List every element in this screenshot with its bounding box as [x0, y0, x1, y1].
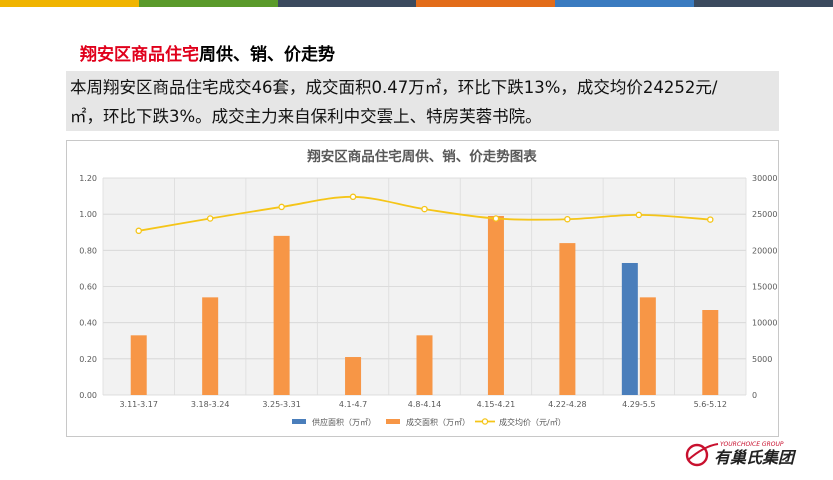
y-right-tick-label: 15000: [752, 283, 777, 292]
x-tick-label: 3.11-3.17: [119, 400, 158, 409]
y-right-tick-label: 5000: [752, 355, 772, 364]
point-avg-price: [707, 216, 714, 223]
chart-container: 翔安区商品住宅周供、销、价走势图表 0.00 0 0.20 5000 0.40 10000…: [66, 140, 779, 437]
summary-line-2: ㎡，环比下跌3%。成交主力来自保利中交雲上、特房芙蓉书院。: [70, 107, 542, 126]
top-bar-segment: [138, 0, 278, 7]
point-avg-price: [635, 211, 643, 219]
summary-box: 本周翔安区商品住宅成交46套，成交面积0.47万㎡，环比下跌13%，成交均价24…: [66, 71, 779, 131]
bar-deal-area: [487, 215, 504, 395]
bar-deal-area: [702, 310, 719, 395]
chart-title: 翔安区商品住宅周供、销、价走势图表: [306, 148, 537, 165]
y-right-tick-label: 0: [752, 391, 757, 400]
y-right-tick-label: 30000: [752, 174, 777, 183]
top-color-bar: [0, 0, 833, 7]
legend-label: 成交均价（元/㎡）: [499, 417, 566, 427]
bar-deal-area: [345, 357, 362, 395]
y-right-tick-label: 10000: [752, 319, 777, 328]
y-right-tick-label: 20000: [752, 246, 777, 255]
point-avg-price: [206, 215, 214, 222]
bar-deal-area: [416, 335, 433, 395]
bar-deal-area: [273, 235, 290, 395]
x-tick-label: 3.18-3.24: [191, 400, 230, 409]
bar-deal-area: [202, 297, 219, 395]
legend-label: 供应面积（万㎡）: [312, 417, 376, 427]
point-avg-price: [278, 203, 285, 211]
top-bar-segment: [277, 0, 417, 7]
x-tick-label: 4.1-4.7: [339, 400, 367, 409]
y-right-tick-label: 25000: [752, 210, 777, 219]
heading-rest: 周供、销、价走势: [199, 45, 335, 65]
slide-heading: 翔安区商品住宅周供、销、价走势: [80, 40, 335, 65]
bar-supply: [621, 262, 638, 395]
x-tick-label: 4.15-4.21: [477, 400, 516, 409]
bar-deal-area: [639, 297, 656, 395]
heading-highlight: 翔安区商品住宅: [80, 45, 199, 65]
chart-svg: 翔安区商品住宅周供、销、价走势图表 0.00 0 0.20 5000 0.40 10000…: [79, 148, 777, 427]
point-avg-price: [564, 215, 571, 223]
y-left-tick-label: 0.80: [79, 246, 97, 255]
top-bar-segment: [555, 0, 695, 7]
legend-swatch: [292, 419, 306, 424]
y-left-tick-label: 0.00: [79, 391, 97, 400]
y-left-tick-label: 1.00: [79, 210, 97, 219]
company-logo: YOURCHOICE GROUP 有巢氏集团: [685, 441, 797, 467]
point-avg-price: [349, 193, 357, 201]
y-left-tick-label: 0.40: [79, 319, 97, 328]
legend-swatch-marker: [481, 418, 489, 425]
point-avg-price: [492, 215, 500, 222]
logo-text-en: YOURCHOICE GROUP: [720, 441, 784, 448]
summary-line-1: 本周翔安区商品住宅成交46套，成交面积0.47万㎡，环比下跌13%，成交均价24…: [70, 78, 718, 97]
point-avg-price: [135, 227, 142, 235]
top-bar-segment: [416, 0, 556, 7]
top-bar-segment: [694, 0, 833, 7]
y-left-tick-label: 0.20: [79, 355, 97, 364]
bar-deal-area: [130, 335, 147, 395]
x-tick-label: 4.8-4.14: [408, 400, 441, 409]
top-bar-segment: [0, 0, 139, 7]
point-avg-price: [421, 205, 428, 213]
bar-deal-area: [559, 243, 576, 395]
y-left-tick-label: 1.20: [79, 174, 97, 183]
legend-label: 成交面积（万㎡）: [406, 417, 470, 427]
x-tick-label: 4.22-4.28: [548, 400, 587, 409]
logo-text-cn: 有巢氏集团: [714, 448, 797, 467]
x-tick-label: 4.29-5.5: [622, 400, 655, 409]
legend-swatch: [386, 419, 400, 424]
x-tick-label: 5.6-5.12: [694, 400, 727, 409]
x-tick-label: 3.25-3.31: [262, 400, 301, 409]
y-left-tick-label: 0.60: [79, 283, 97, 292]
